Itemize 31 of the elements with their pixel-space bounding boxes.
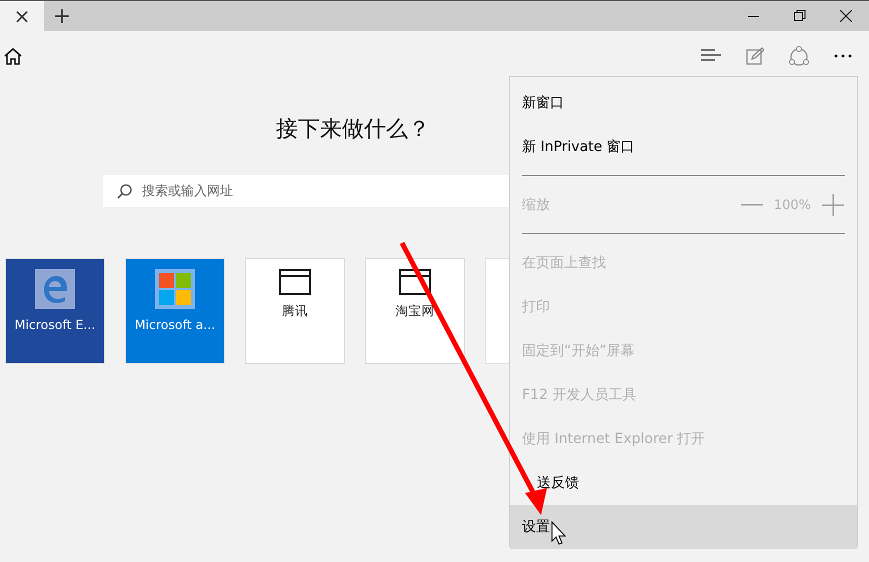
browser-logo-icon [35,269,75,309]
menu-item[interactable]: 设置 [510,505,857,549]
pen-square-icon [746,46,764,64]
site-tile[interactable]: Microsoft E... [5,258,105,364]
window-icon [399,269,431,295]
search-input[interactable]: 搜索或输入网址 [140,182,523,200]
site-tile[interactable]: 淘宝网 [365,258,465,364]
close-icon [840,10,852,22]
share-icon [788,44,810,66]
site-tile[interactable]: 腾讯 [245,258,345,364]
windows-logo-icon [155,269,195,309]
minus-icon [740,204,763,206]
mouse-cursor-icon [552,520,566,545]
zoom-in-button[interactable] [821,193,845,217]
restore-icon [794,10,806,22]
window-icon [279,269,311,295]
new-tab-button[interactable]: + [44,1,80,31]
more-icon [834,54,852,58]
site-tile[interactable]: Microsoft a... [125,258,225,364]
menu-item[interactable]: 送反馈 [510,461,857,505]
home-icon [3,46,23,64]
search-icon [117,184,132,198]
menu-lines-icon [701,48,721,62]
browser-tab[interactable]: × [0,1,44,31]
page-heading: 接下来做什么？ [276,116,430,144]
menu-item[interactable]: 新 InPrivate 窗口 [510,125,857,169]
plus-icon [822,194,844,216]
close-tab-button[interactable]: × [10,6,34,26]
zoom-label: 缩放 [522,196,550,214]
menu-item[interactable]: 新窗口 [510,81,857,125]
zoom-value: 100% [774,198,811,212]
